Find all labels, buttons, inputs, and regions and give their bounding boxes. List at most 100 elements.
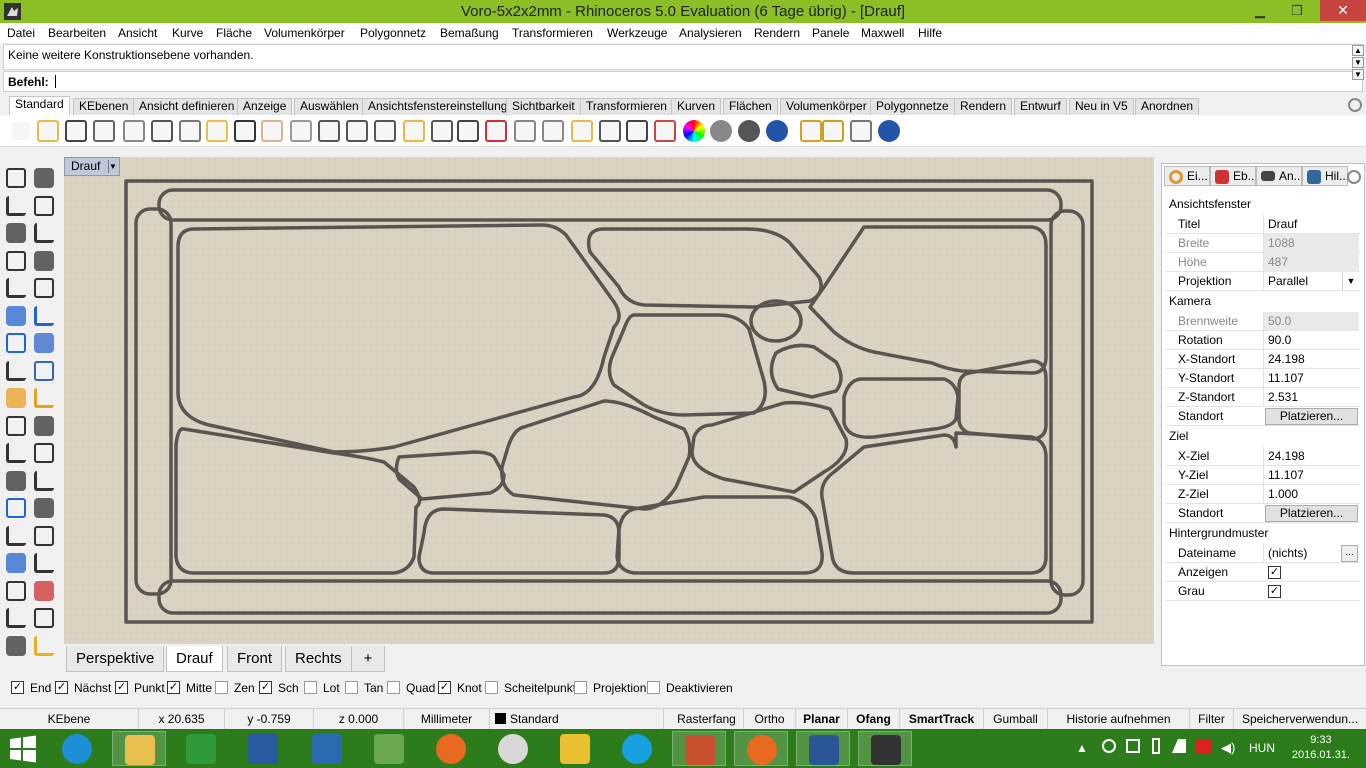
tab-ansichtsfenstereinstellung[interactable]: Ansichtsfenstereinstellung bbox=[362, 98, 514, 115]
add-viewport-tab-icon[interactable]: + bbox=[351, 646, 385, 672]
zoom-selected-icon[interactable] bbox=[403, 120, 425, 142]
lock-icon[interactable] bbox=[626, 120, 648, 142]
toggle-gumball[interactable]: Gumball bbox=[984, 709, 1048, 730]
osnap-checkbox[interactable]: ✓ bbox=[11, 681, 24, 694]
taskbar-app-button[interactable] bbox=[486, 731, 540, 766]
rotate-3d-icon[interactable] bbox=[431, 120, 453, 142]
taskbar-app-button[interactable] bbox=[858, 731, 912, 766]
menu-datei[interactable]: Datei bbox=[7, 26, 35, 40]
prop-value-z-ziel[interactable]: 1.000 bbox=[1263, 485, 1359, 504]
camera-icon[interactable] bbox=[514, 120, 536, 142]
tab-neu-in-v5[interactable]: Neu in V5 bbox=[1069, 98, 1134, 115]
sphere-gray-icon[interactable] bbox=[710, 120, 732, 142]
prop-value-y-ziel[interactable]: 11.107 bbox=[1263, 466, 1359, 485]
tab-anzeige[interactable]: Anzeige bbox=[237, 98, 293, 115]
settings-icon[interactable] bbox=[850, 120, 872, 142]
prop-value-y-standort[interactable]: 11.107 bbox=[1263, 369, 1359, 388]
blocks-icon[interactable] bbox=[6, 608, 26, 628]
prop-value-titel[interactable]: Drauf bbox=[1263, 215, 1359, 234]
select-arrow-icon[interactable] bbox=[6, 168, 26, 188]
text-icon[interactable] bbox=[6, 498, 26, 518]
osnap-checkbox[interactable]: ✓ bbox=[55, 681, 68, 694]
panel-tab-ebenen[interactable]: Eb... bbox=[1210, 166, 1256, 186]
box-icon[interactable] bbox=[6, 333, 26, 353]
command-scrollbar[interactable]: ▲ ▼ ▼ bbox=[1352, 45, 1364, 91]
taskbar-app-button[interactable] bbox=[362, 731, 416, 766]
tab-polygonnetze[interactable]: Polygonnetze bbox=[870, 98, 955, 115]
toggle-ofang[interactable]: Ofang bbox=[848, 709, 900, 730]
prop-value-z-standort[interactable]: 2.531 bbox=[1263, 388, 1359, 407]
sphere-blue-icon[interactable] bbox=[766, 120, 788, 142]
prop-row[interactable]: Z-Standort 2.531 bbox=[1166, 388, 1360, 407]
zoom-icon[interactable] bbox=[318, 120, 340, 142]
hatch-icon[interactable] bbox=[34, 553, 54, 573]
tab-transformieren[interactable]: Transformieren bbox=[580, 98, 673, 115]
wifi-signal-icon[interactable] bbox=[1172, 739, 1186, 753]
save-icon[interactable] bbox=[65, 120, 87, 142]
taskbar-app-button[interactable] bbox=[610, 731, 664, 766]
tab-sichtbarkeit[interactable]: Sichtbarkeit bbox=[506, 98, 581, 115]
panel-gear-icon[interactable] bbox=[1347, 170, 1361, 184]
prop-row[interactable]: Projektion Parallel ▼ bbox=[1166, 272, 1360, 291]
rectangle-icon[interactable] bbox=[34, 250, 54, 271]
circle-arrow-icon[interactable] bbox=[542, 120, 564, 142]
status-memory[interactable]: Speicherverwendun... bbox=[1234, 709, 1366, 730]
car-icon[interactable] bbox=[485, 120, 507, 142]
paint-icon[interactable] bbox=[34, 635, 54, 656]
menu-rendern[interactable]: Rendern bbox=[754, 26, 800, 40]
arc-icon[interactable] bbox=[6, 250, 26, 271]
toggle-rasterfang[interactable]: Rasterfang bbox=[670, 709, 744, 730]
toggle-filter[interactable]: Filter bbox=[1190, 709, 1234, 730]
gear-options-icon[interactable] bbox=[822, 120, 844, 142]
sphere-icon[interactable] bbox=[34, 333, 54, 353]
paste-icon[interactable] bbox=[206, 120, 228, 142]
render-icon[interactable] bbox=[800, 120, 822, 142]
tab-rendern[interactable]: Rendern bbox=[954, 98, 1013, 115]
prop-row[interactable]: Grau ✓ bbox=[1166, 582, 1360, 601]
prop-row[interactable]: Titel Drauf bbox=[1166, 215, 1360, 234]
explode-icon[interactable] bbox=[34, 388, 54, 408]
tray-expand-icon[interactable]: ▲ bbox=[1076, 741, 1088, 755]
menu-analysieren[interactable]: Analysieren bbox=[679, 26, 742, 40]
viewport-top[interactable]: Drauf ▼ bbox=[64, 157, 1154, 644]
copy-icon[interactable] bbox=[179, 120, 201, 142]
menu-polygonnetz[interactable]: Polygonnetz bbox=[360, 26, 426, 40]
osnap-checkbox[interactable] bbox=[304, 681, 317, 694]
viewport-tab-rechts[interactable]: Rechts bbox=[285, 646, 352, 672]
layer-icon[interactable] bbox=[654, 120, 676, 142]
prop-row[interactable]: Z-Ziel 1.000 bbox=[1166, 485, 1360, 504]
prop-row[interactable]: Y-Ziel 11.107 bbox=[1166, 466, 1360, 485]
tab-flaechen[interactable]: Flächen bbox=[723, 98, 778, 115]
tab-kurven[interactable]: Kurven bbox=[671, 98, 722, 115]
align-icon[interactable] bbox=[34, 580, 54, 601]
status-units[interactable]: Millimeter bbox=[404, 709, 490, 730]
sphere-dark-icon[interactable] bbox=[738, 120, 760, 142]
polygon-icon[interactable] bbox=[6, 278, 26, 298]
taskbar-clock[interactable]: 9:33 2016.01.31. bbox=[1292, 733, 1350, 763]
split-icon[interactable] bbox=[34, 415, 54, 436]
panel-tab-anzeige[interactable]: An... bbox=[1256, 166, 1302, 186]
taskbar-app-button[interactable] bbox=[300, 731, 354, 766]
tray-window-icon[interactable] bbox=[1126, 739, 1140, 753]
osnap-checkbox[interactable]: ✓ bbox=[115, 681, 128, 694]
color-wheel-icon[interactable] bbox=[683, 120, 705, 142]
prop-value-rotation[interactable]: 90.0 bbox=[1263, 331, 1359, 350]
osnap-checkbox[interactable] bbox=[574, 681, 587, 694]
four-viewports-icon[interactable] bbox=[457, 120, 479, 142]
browse-button[interactable]: ... bbox=[1341, 545, 1358, 562]
taskbar-app-button[interactable] bbox=[672, 731, 726, 766]
menu-kurve[interactable]: Kurve bbox=[172, 26, 203, 40]
menu-panele[interactable]: Panele bbox=[812, 26, 849, 40]
camera-place-button[interactable]: Platzieren... bbox=[1265, 408, 1358, 425]
maximize-button[interactable]: ❐ bbox=[1283, 0, 1311, 23]
taskbar-app-button[interactable] bbox=[548, 731, 602, 766]
new-file-icon[interactable] bbox=[10, 120, 32, 142]
taskbar-app-button[interactable] bbox=[174, 731, 228, 766]
menu-flaeche[interactable]: Fläche bbox=[216, 26, 252, 40]
prop-value-x-ziel[interactable]: 24.198 bbox=[1263, 447, 1359, 466]
cylinder-icon[interactable] bbox=[6, 360, 26, 381]
zoom-window-icon[interactable] bbox=[346, 120, 368, 142]
tab-ansicht-definieren[interactable]: Ansicht definieren bbox=[133, 98, 241, 115]
ellipse-icon[interactable] bbox=[34, 223, 54, 243]
osnap-checkbox[interactable]: ✓ bbox=[167, 681, 180, 694]
